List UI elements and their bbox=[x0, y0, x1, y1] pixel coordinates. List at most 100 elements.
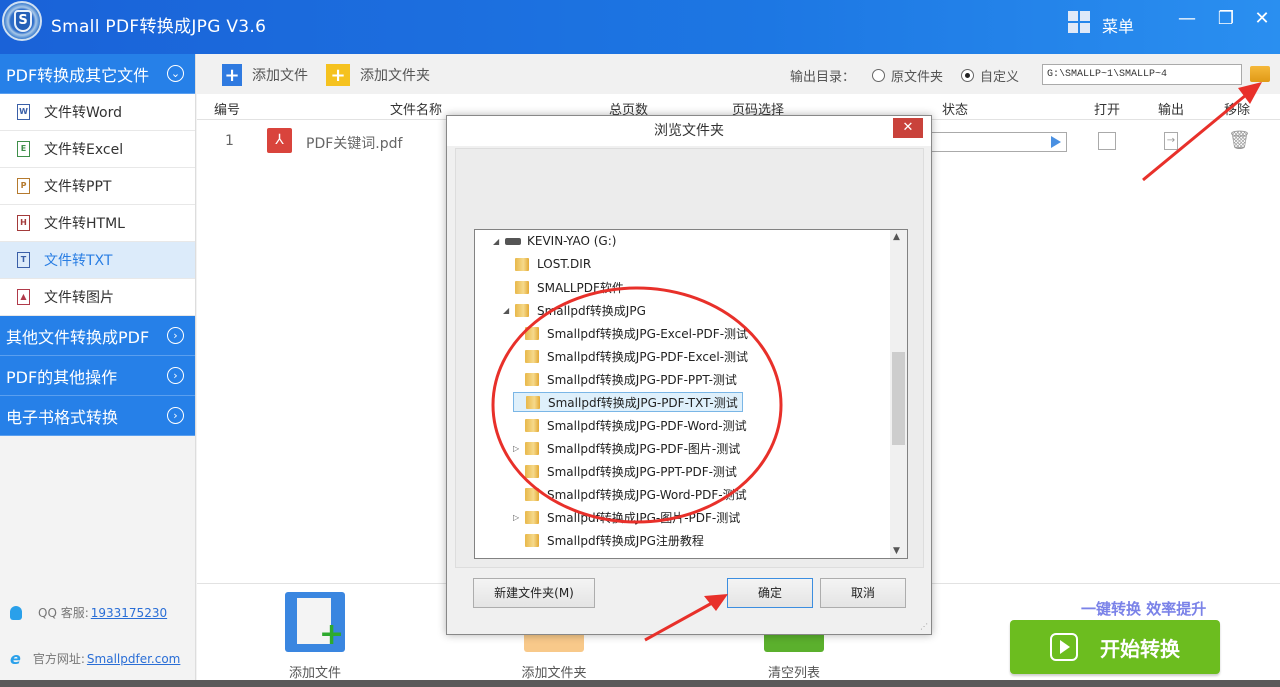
collapsed-arrow-icon[interactable]: ▷ bbox=[513, 444, 523, 453]
output-dir-label: 输出目录： bbox=[790, 70, 856, 85]
cancel-button[interactable]: 取消 bbox=[820, 578, 906, 608]
tree-node-label: Smallpdf转换成JPG-PDF-图片-测试 bbox=[547, 441, 741, 456]
menu-grid-icon[interactable] bbox=[1068, 11, 1090, 33]
expanded-arrow-icon[interactable]: ◢ bbox=[503, 306, 513, 315]
html-file-icon: H bbox=[17, 215, 30, 231]
sidebar-category-2[interactable]: 电子书格式转换 › bbox=[0, 396, 195, 436]
col-open: 打开 bbox=[1094, 103, 1121, 118]
radio-original-label: 原文件夹 bbox=[891, 70, 944, 85]
word-file-icon: W bbox=[17, 104, 30, 120]
tree-node[interactable]: Smallpdf转换成JPG注册教程 bbox=[513, 530, 704, 550]
slogan: 一键转换 效率提升 bbox=[1081, 600, 1207, 618]
output-icon[interactable]: → bbox=[1164, 132, 1178, 150]
expanded-arrow-icon[interactable]: ◢ bbox=[493, 237, 503, 246]
tree-node[interactable]: ◢ KEVIN-YAO (G:) bbox=[493, 231, 616, 251]
trash-icon[interactable]: 🗑 bbox=[1228, 130, 1251, 152]
category-label: PDF的其他操作 bbox=[6, 367, 118, 387]
add-folder-button[interactable]: + 添加文件夹 bbox=[326, 64, 430, 86]
sidebar-item-2[interactable]: P 文件转PPT bbox=[0, 168, 195, 205]
tree-scrollbar[interactable]: ▲ ▼ bbox=[890, 230, 907, 558]
sidebar-item-label: 文件转Word bbox=[44, 105, 122, 121]
menu-button[interactable]: 菜单 bbox=[1102, 13, 1134, 37]
tree-node[interactable]: Smallpdf转换成JPG-PDF-Excel-测试 bbox=[513, 346, 748, 366]
sidebar-category-0[interactable]: 其他文件转换成PDF › bbox=[0, 316, 195, 356]
folder-icon bbox=[526, 395, 540, 409]
radio-custom-folder[interactable]: 自定义 bbox=[961, 66, 1019, 85]
collapsed-arrow-icon[interactable]: ▷ bbox=[513, 513, 523, 522]
browse-folder-dialog: 浏览文件夹 ✕ ◢ KEVIN-YAO (G:) LOST.DIR SMALLPDF软… bbox=[446, 115, 932, 635]
radio-circle-icon bbox=[872, 69, 885, 82]
add-file-button[interactable]: + 添加文件 bbox=[222, 64, 308, 86]
tree-node[interactable]: SMALLPDF软件 bbox=[503, 277, 624, 297]
folder-icon bbox=[525, 349, 539, 363]
tree-node-label: Smallpdf转换成JPG-Excel-PDF-测试 bbox=[547, 326, 749, 341]
col-filename: 文件名称 bbox=[390, 103, 443, 118]
folder-icon bbox=[515, 303, 529, 317]
tree-node[interactable]: Smallpdf转换成JPG-PDF-Word-测试 bbox=[513, 415, 747, 435]
scroll-up-icon[interactable]: ▲ bbox=[893, 232, 900, 242]
category-label: PDF转换成其它文件 bbox=[6, 65, 150, 85]
tree-node-label: Smallpdf转换成JPG-PDF-Word-测试 bbox=[547, 418, 747, 433]
dialog-close-button[interactable]: ✕ bbox=[893, 118, 923, 138]
qq-number-link[interactable]: 1933175230 bbox=[91, 606, 167, 620]
start-convert-button[interactable]: 开始转换 bbox=[1010, 620, 1220, 674]
tree-node[interactable]: Smallpdf转换成JPG-Excel-PDF-测试 bbox=[513, 323, 748, 343]
resize-grip-icon[interactable]: ⋰ bbox=[920, 622, 928, 631]
chevron-right-icon: › bbox=[167, 407, 184, 424]
taskbar bbox=[0, 680, 1280, 687]
scroll-down-icon[interactable]: ▼ bbox=[893, 546, 900, 556]
row-index: 1 bbox=[225, 133, 234, 149]
tree-node-label: Smallpdf转换成JPG bbox=[537, 303, 646, 318]
qq-support: QQ 客服: 1933175230 bbox=[10, 604, 167, 621]
col-index: 编号 bbox=[214, 103, 241, 118]
tree-node[interactable]: ▷ Smallpdf转换成JPG-PDF-图片-测试 bbox=[513, 438, 740, 458]
tree-node-label: Smallpdf转换成JPG-PDF-Excel-测试 bbox=[547, 349, 749, 364]
sidebar-item-3[interactable]: H 文件转HTML bbox=[0, 205, 195, 242]
tree-node[interactable]: Smallpdf转换成JPG-Word-PDF-测试 bbox=[513, 484, 747, 504]
sidebar-category-pdf-to-other[interactable]: PDF转换成其它文件 ⌄ bbox=[0, 54, 195, 94]
tree-node-label: Smallpdf转换成JPG-Word-PDF-测试 bbox=[547, 487, 747, 502]
minimize-button[interactable]: — bbox=[1175, 8, 1199, 29]
start-convert-label: 开始转换 bbox=[1100, 636, 1180, 661]
bottom-add-file-label: 添加文件 bbox=[288, 666, 341, 681]
clear-list-label: 清空列表 bbox=[767, 666, 820, 681]
sidebar-item-0[interactable]: W 文件转Word bbox=[0, 94, 195, 131]
folder-icon bbox=[515, 257, 529, 271]
output-path-input[interactable] bbox=[1042, 64, 1242, 85]
tree-node[interactable]: Smallpdf转换成JPG-PPT-PDF-测试 bbox=[513, 461, 737, 481]
bottom-add-file-button[interactable]: + 添加文件 bbox=[270, 592, 360, 681]
radio-custom-label: 自定义 bbox=[980, 70, 1020, 85]
sidebar-item-label: 文件转Excel bbox=[44, 142, 124, 158]
sidebar-item-1[interactable]: E 文件转Excel bbox=[0, 131, 195, 168]
tree-node-label: LOST.DIR bbox=[537, 257, 592, 271]
tree-node[interactable]: ▷ Smallpdf转换成JPG-图片-PDF-测试 bbox=[513, 507, 740, 527]
browse-folder-icon[interactable] bbox=[1250, 66, 1270, 82]
folder-tree[interactable]: ◢ KEVIN-YAO (G:) LOST.DIR SMALLPDF软件 ◢ Smallp… bbox=[474, 229, 908, 559]
title-bar: S Small PDF转换成JPG V3.6 菜单 — ❐ ✕ bbox=[0, 0, 1280, 54]
txt-file-icon: T bbox=[17, 252, 30, 268]
tree-node[interactable]: Smallpdf转换成JPG-PDF-PPT-测试 bbox=[513, 369, 737, 389]
sidebar-item-label: 文件转图片 bbox=[44, 290, 114, 306]
sidebar-item-4[interactable]: T 文件转TXT bbox=[0, 242, 195, 279]
open-external-icon[interactable] bbox=[1098, 132, 1116, 150]
folder-icon bbox=[525, 510, 539, 524]
sidebar: PDF转换成其它文件 ⌄ W 文件转Word E 文件转Excel P 文件转PPT H 文件… bbox=[0, 54, 196, 687]
sidebar-category-1[interactable]: PDF的其他操作 › bbox=[0, 356, 195, 396]
scrollbar-thumb[interactable] bbox=[892, 352, 905, 445]
restore-button[interactable]: ❐ bbox=[1214, 8, 1238, 29]
add-folder-label: 添加文件夹 bbox=[360, 68, 430, 84]
radio-original-folder[interactable]: 原文件夹 bbox=[872, 66, 943, 85]
folder-icon bbox=[525, 533, 539, 547]
sidebar-item-5[interactable]: ▲ 文件转图片 bbox=[0, 279, 195, 316]
website-link[interactable]: Smallpdfer.com bbox=[87, 652, 180, 666]
dialog-title: 浏览文件夹 bbox=[447, 116, 931, 146]
new-folder-button[interactable]: 新建文件夹(M) bbox=[473, 578, 595, 608]
tree-node[interactable]: Smallpdf转换成JPG-PDF-TXT-测试 bbox=[513, 392, 743, 412]
qq-icon bbox=[10, 605, 22, 620]
tree-node[interactable]: LOST.DIR bbox=[503, 254, 591, 274]
ok-button[interactable]: 确定 bbox=[727, 578, 813, 608]
close-button[interactable]: ✕ bbox=[1250, 8, 1274, 29]
play-icon[interactable] bbox=[1051, 136, 1061, 148]
tree-node[interactable]: ◢ Smallpdf转换成JPG bbox=[503, 300, 646, 320]
radio-selected-icon bbox=[961, 69, 974, 82]
